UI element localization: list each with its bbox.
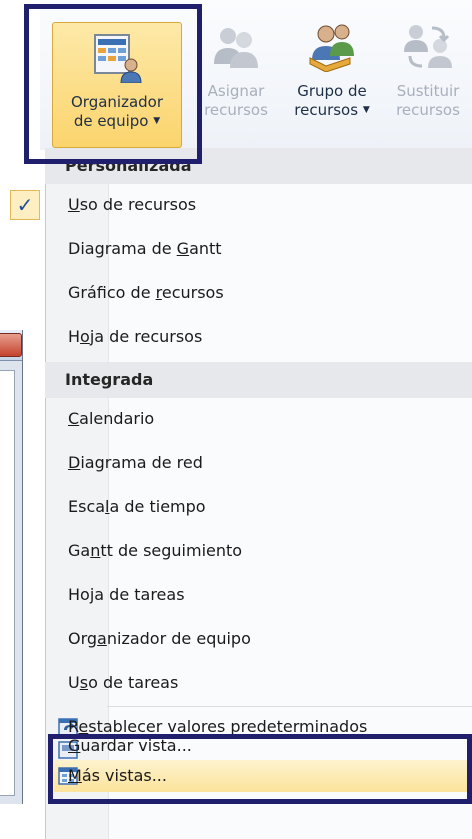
section-header-builtin: Integrada (45, 362, 472, 398)
menu-item-diagrama-de-red[interactable]: Diagrama de red (68, 452, 203, 474)
menu-item-hoja-de-tareas[interactable]: Hoja de tareas (68, 584, 185, 606)
resource-pool-label-2: recursos (294, 101, 359, 119)
menu-item-grafico-de-recursos[interactable]: Gráfico de recursos (68, 282, 224, 304)
checkmark-icon: ✓ (10, 190, 40, 220)
window-close-icon[interactable] (0, 333, 22, 357)
assign-resources-label-1: Asignar (207, 82, 265, 100)
menu-separator (107, 706, 472, 707)
menu-item-uso-de-recursos[interactable]: Uso de recursos (68, 194, 196, 216)
substitute-resources-label-2: recursos (396, 101, 460, 119)
dropdown-arrow-icon: ▼ (362, 105, 370, 115)
menu-item-calendario[interactable]: Calendario (68, 408, 154, 430)
highlight-box-more-views (48, 734, 472, 804)
menu-item-diagrama-de-gantt[interactable]: Diagrama de Gantt (68, 238, 222, 260)
menu-item-hoja-de-recursos[interactable]: Hoja de recursos (68, 326, 202, 348)
substitute-resources-label-1: Sustituir (396, 82, 460, 100)
assign-resources-label-2: recursos (204, 101, 268, 119)
menu-item-organizador-de-equipo[interactable]: Organizador de equipo (68, 628, 251, 650)
menu-item-escala-de-tiempo[interactable]: Escala de tiempo (68, 496, 206, 518)
window-content (0, 370, 15, 796)
assign-resources-icon (210, 20, 262, 72)
substitute-resources-icon (402, 20, 454, 72)
assign-resources-button[interactable]: Asignar recursos (198, 20, 274, 120)
menu-item-gantt-de-seguimiento[interactable]: Gantt de seguimiento (68, 540, 242, 562)
substitute-resources-button[interactable]: Sustituir recursos (386, 20, 470, 120)
resource-pool-button[interactable]: Grupo de recursos ▼ (283, 20, 381, 120)
highlight-box-team-planner (24, 4, 202, 164)
resource-pool-icon (306, 20, 358, 73)
menu-item-uso-de-tareas[interactable]: Uso de tareas (68, 672, 178, 694)
background-window (0, 330, 23, 804)
resource-pool-label-1: Grupo de (297, 82, 367, 100)
